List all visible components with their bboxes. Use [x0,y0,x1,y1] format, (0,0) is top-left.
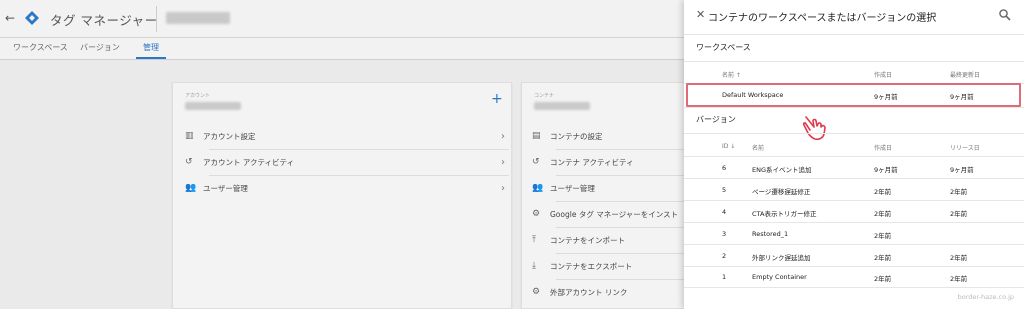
upload-icon: ⤒ [532,235,536,245]
version-created: 2年前 [874,275,892,283]
export-container-item[interactable]: ⤓ コンテナをエクスポート [532,253,702,279]
version-name-header[interactable]: 名前 [752,143,764,152]
version-name: Restored_1 [752,230,789,238]
version-section-title: バージョン [696,115,736,124]
users-icon: 👥 [185,183,197,193]
container-caption: コンテナ [534,93,555,99]
version-created: 9ヶ月前 [874,166,898,174]
version-created: 2年前 [874,188,892,196]
header-divider [156,6,157,32]
import-container-label: コンテナをインポート [550,235,625,245]
workspace-created-header: 作成日 [874,72,893,79]
download-icon: ⤓ [532,261,536,271]
account-settings-item[interactable]: ▥ アカウント設定 › [185,123,511,149]
version-released: 2年前 [950,188,968,196]
container-user-management-label: ユーザー管理 [550,183,595,193]
version-name: ページ遷移遅延修正 [752,188,811,196]
export-container-label: コンテナをエクスポート [550,261,633,271]
version-released: 2年前 [950,275,968,283]
version-name: CTA表示トリガー修正 [752,210,817,218]
version-name: Empty Container [752,273,807,281]
users-icon: 👥 [532,183,544,193]
account-user-management-label: ユーザー管理 [203,183,248,193]
history-icon: ↺ [185,157,193,167]
active-tab-indicator [136,57,166,59]
account-card: アカウント + ▥ アカウント設定 › ↺ アカウント アクティビティ › 👥 … [172,82,512,309]
highlight-box [686,83,1021,107]
add-account-icon[interactable]: + [491,91,503,107]
version-id: 6 [722,164,727,172]
version-released: 9ヶ月前 [950,166,974,174]
account-activity-item[interactable]: ↺ アカウント アクティビティ › [185,149,511,175]
install-gtm-label: Google タグ マネージャーをインスト [550,209,679,219]
version-released: 2年前 [950,254,968,262]
version-id-header[interactable]: ID ↓ [722,143,735,150]
pointing-hand-icon [802,116,826,141]
chevron-right-icon: › [501,182,505,194]
external-account-link-label: 外部アカウント リンク [550,287,628,297]
tab-admin[interactable]: 管理 [143,42,159,53]
version-created-header: 作成日 [874,145,893,152]
gear-icon: ⚙ [532,287,541,297]
version-id: 3 [722,230,727,238]
workspace-name-header[interactable]: 名前 ↑ [722,70,741,79]
version-released: 2年前 [950,210,968,218]
building-icon: ▥ [185,131,194,141]
gear-icon: ⚙ [532,209,541,219]
back-arrow-icon[interactable]: ← [5,11,15,25]
account-user-management-item[interactable]: 👥 ユーザー管理 › [185,175,511,201]
gtm-logo-icon [25,11,39,25]
watermark: border-haze.co.jp [957,293,1014,301]
container-user-management-item[interactable]: 👥 ユーザー管理 [532,175,702,201]
version-created: 2年前 [874,210,892,218]
app-title: タグ マネージャー [50,13,158,28]
version-created: 2年前 [874,232,892,240]
container-icon: ▤ [532,131,541,141]
search-icon[interactable] [998,8,1012,22]
version-name: 外部リンク遅延追加 [752,254,811,262]
account-caption: アカウント [185,93,211,99]
container-activity-item[interactable]: ↺ コンテナ アクティビティ [532,149,702,175]
workspace-section-title: ワークスペース [696,43,751,52]
chevron-right-icon: › [501,130,505,142]
container-settings-label: コンテナの設定 [550,131,603,141]
tab-versions[interactable]: バージョン [80,42,120,53]
external-account-link-item[interactable]: ⚙ 外部アカウント リンク [532,279,702,305]
install-gtm-item[interactable]: ⚙ Google タグ マネージャーをインスト [532,201,702,227]
version-id: 1 [722,273,727,281]
container-settings-item[interactable]: ▤ コンテナの設定 [532,123,702,149]
account-activity-label: アカウント アクティビティ [203,157,295,167]
tab-workspace[interactable]: ワークスペース [13,42,68,53]
history-icon: ↺ [532,157,540,167]
container-card: コンテナ ▤ コンテナの設定 ↺ コンテナ アクティビティ 👥 ユーザー管理 ⚙… [521,82,702,309]
workspace-version-selector-panel: ✕ コンテナのワークスペースまたはバージョンの選択 ワークスペース 名前 ↑ 作… [684,0,1024,309]
chevron-right-icon: › [501,156,505,168]
close-icon[interactable]: ✕ [696,8,705,21]
import-container-item[interactable]: ⤒ コンテナをインポート [532,227,702,253]
version-created: 2年前 [874,254,892,262]
container-name-redacted [534,102,590,110]
account-name-redacted [185,102,241,110]
version-id: 4 [722,208,727,216]
version-released-header: リリース日 [950,145,980,152]
panel-title: コンテナのワークスペースまたはバージョンの選択 [708,13,937,24]
version-id: 2 [722,252,727,260]
workspace-updated-header: 最終更新日 [950,72,981,79]
account-settings-label: アカウント設定 [203,131,256,141]
account-name-redacted[interactable] [166,12,230,24]
container-activity-label: コンテナ アクティビティ [550,157,634,167]
version-id: 5 [722,186,727,194]
version-name: ENG系イベント追加 [752,166,812,174]
